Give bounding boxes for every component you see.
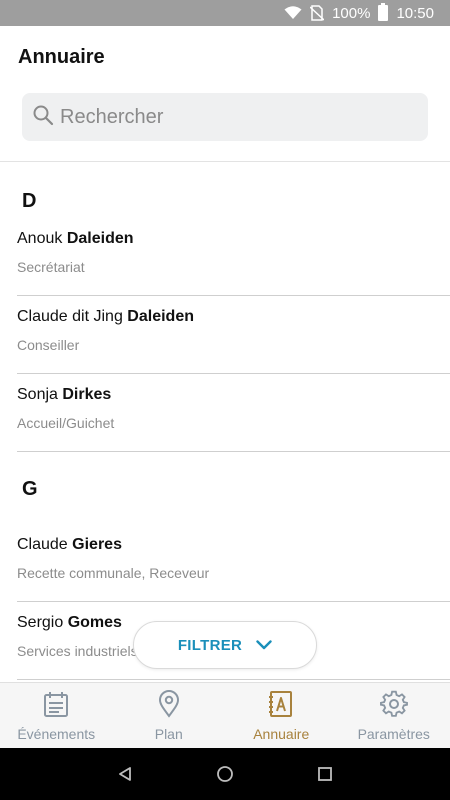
contact-role: Conseiller [17, 337, 80, 353]
contact-name: Sonja Dirkes [17, 386, 111, 404]
contact-first-name: Sergio [17, 614, 64, 631]
contact-last-name: Gomes [67, 614, 122, 631]
page-title: Annuaire [18, 46, 105, 68]
nav-item-evenements[interactable]: Événements [0, 683, 113, 748]
nav-label: Annuaire [253, 726, 310, 742]
wifi-icon [284, 6, 302, 20]
contact-row[interactable]: Sonja Dirkes Accueil/Guichet [17, 374, 450, 452]
contact-name: Claude dit Jing Daleiden [17, 308, 194, 326]
chevron-down-icon [256, 637, 272, 654]
no-sim-icon [310, 5, 325, 21]
filter-button[interactable]: FILTRER [133, 621, 317, 669]
nav-label: Paramètres [357, 726, 430, 742]
contact-name: Anouk Daleiden [17, 230, 134, 248]
contact-role: Services industriels [17, 643, 138, 659]
gear-icon [379, 689, 409, 726]
filter-label: FILTRER [177, 636, 243, 654]
contact-role: Accueil/Guichet [17, 415, 115, 431]
bottom-navigation: Événements Plan Annuaire Paramètres [0, 682, 450, 748]
nav-item-plan[interactable]: Plan [113, 683, 226, 748]
contact-last-name: Daleiden [127, 308, 194, 325]
nav-label: Plan [154, 726, 183, 742]
contact-row[interactable]: Anouk Daleiden Secrétariat [17, 218, 450, 296]
system-navigation-bar [0, 748, 450, 800]
address-book-icon [266, 689, 296, 726]
nav-item-annuaire[interactable]: Annuaire [225, 683, 338, 748]
back-icon[interactable] [117, 766, 133, 782]
contact-row[interactable]: Claude dit Jing Daleiden Conseiller [17, 296, 450, 374]
contact-row[interactable]: Claude Gieres Recette communale, Receveu… [17, 524, 450, 602]
search-icon [32, 104, 54, 131]
battery-icon [378, 3, 389, 21]
map-pin-icon [154, 689, 184, 726]
nav-label: Événements [17, 726, 96, 742]
recents-icon[interactable] [317, 766, 333, 782]
contact-name: Claude Gieres [17, 536, 122, 554]
header: Annuaire [0, 26, 450, 162]
search-input[interactable] [60, 105, 400, 129]
home-icon[interactable] [216, 765, 234, 783]
calendar-icon [41, 689, 71, 726]
contact-role: Recette communale, Receveur [17, 565, 210, 581]
contact-first-name: Claude [17, 536, 68, 553]
section-header-g: G [22, 478, 38, 500]
section-header-d: D [22, 190, 37, 212]
status-bar: 100% 10:50 [0, 0, 450, 26]
search-bar[interactable] [22, 93, 428, 141]
battery-percentage: 100% [332, 4, 371, 22]
contact-last-name: Dirkes [62, 386, 112, 403]
contact-list[interactable]: D Anouk Daleiden Secrétariat Claude dit … [0, 162, 450, 682]
nav-item-parametres[interactable]: Paramètres [338, 683, 450, 748]
contact-last-name: Gieres [72, 536, 122, 553]
clock: 10:50 [396, 4, 434, 22]
contact-last-name: Daleiden [66, 230, 134, 247]
contact-first-name: Anouk [17, 230, 63, 247]
contact-first-name: Claude dit Jing [17, 308, 123, 325]
contact-role: Secrétariat [17, 259, 85, 275]
contact-name: Sergio Gomes [17, 614, 122, 632]
contact-first-name: Sonja [17, 386, 58, 403]
